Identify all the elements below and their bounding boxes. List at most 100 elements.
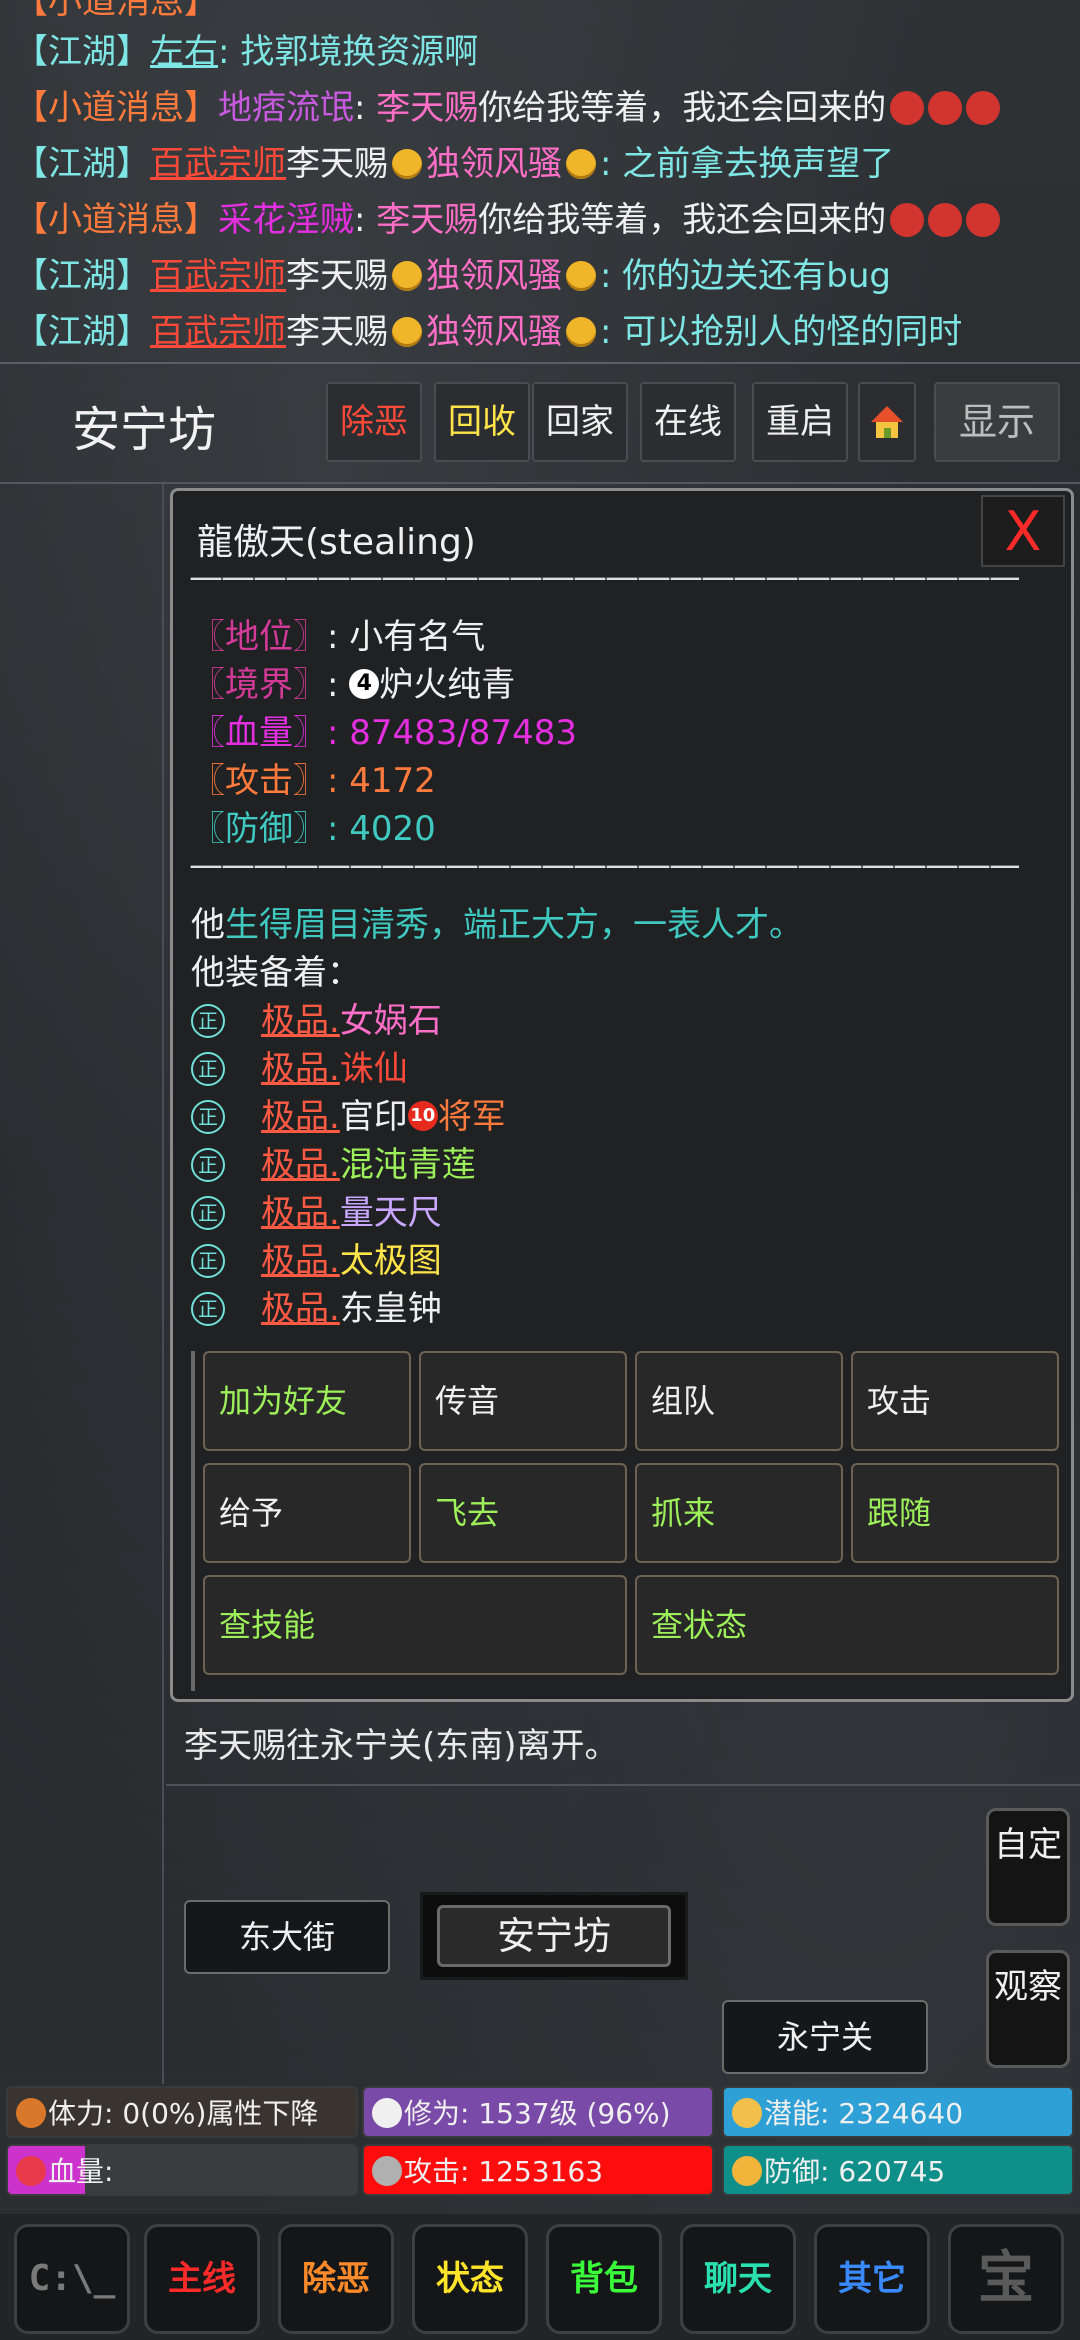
chat-sep: : xyxy=(600,312,623,352)
chat-channel: 【小道消息】 xyxy=(14,88,218,128)
chat-faction: 独领风骚 xyxy=(426,144,562,184)
chat-user[interactable]: 李天赐 xyxy=(286,144,388,184)
nav-inventory[interactable]: 背包 xyxy=(546,2224,662,2334)
chat-user[interactable]: 采花淫贼 xyxy=(218,200,354,240)
equipment-item[interactable]: 正 极品.太极图 xyxy=(191,1233,442,1282)
event-divider xyxy=(166,1784,1080,1786)
chat-target[interactable]: 李天赐 xyxy=(376,88,478,128)
chat-user[interactable]: 李天赐 xyxy=(286,256,388,296)
attr-label: 〖防御〗 xyxy=(191,809,327,849)
fly-to-button[interactable]: 飞去 xyxy=(419,1463,627,1563)
view-status-button[interactable]: 查状态 xyxy=(635,1575,1059,1675)
chat-message: 你的边关还有bug xyxy=(622,256,891,296)
equip-grade[interactable]: 极品. xyxy=(261,1049,340,1089)
follow-button[interactable]: 跟随 xyxy=(851,1463,1059,1563)
nav-status[interactable]: 状态 xyxy=(412,2224,528,2334)
nav-main-quest[interactable]: 主线 xyxy=(144,2224,260,2334)
equipment-item[interactable]: 正 极品.官印 10将军 xyxy=(191,1089,506,1138)
separator-line: —————————————————————————— xyxy=(189,845,1019,885)
attr-label: 〖境界〗 xyxy=(191,665,327,705)
crossed-swords-icon xyxy=(372,2156,402,2186)
equip-grade[interactable]: 极品. xyxy=(261,1241,340,1281)
attr-realm: 〖境界〗: 4 炉火纯青 xyxy=(191,665,516,705)
potential-bar[interactable]: 潜能: 2324640 xyxy=(722,2086,1074,2138)
angry-emoji-icon xyxy=(966,90,1001,125)
equipped-mark-icon: 正 xyxy=(191,1051,225,1086)
chat-sep: : xyxy=(354,200,377,240)
chat-log[interactable]: 【小道消息】 【江湖】左右: 找郭境换资源啊 【小道消息】地痞流氓: 李天赐你给… xyxy=(0,0,1080,360)
bottom-nav: C:\_ 主线 除恶 状态 背包 聊天 其它 宝 xyxy=(0,2214,1080,2340)
attr-value: 4172 xyxy=(349,761,436,801)
current-location: 安宁坊 xyxy=(420,1892,688,1980)
custom-button[interactable]: 自定 xyxy=(986,1808,1070,1926)
evil-clear-button[interactable]: 除恶 xyxy=(326,382,422,462)
chat-user[interactable]: 李天赐 xyxy=(286,312,388,352)
action-grid: 加为好友 传音 组队 攻击 给予 飞去 抓来 跟随 查技能 查状态 xyxy=(191,1351,1067,1691)
console-icon-button[interactable]: C:\_ xyxy=(14,2224,130,2334)
drumstick-icon xyxy=(16,2098,46,2128)
chat-user[interactable]: 地痞流氓 xyxy=(218,88,354,128)
nav-evil-clear[interactable]: 除恶 xyxy=(278,2224,394,2334)
character-description: 他生得眉目清秀，端正大方，一表人才。 xyxy=(191,897,803,946)
equipped-mark-icon: 正 xyxy=(191,1243,225,1278)
cultivation-bar[interactable]: 修为: 1537级 (96%) xyxy=(362,2086,714,2138)
equipment-item[interactable]: 正 极品.女娲石 xyxy=(191,993,442,1042)
give-button[interactable]: 给予 xyxy=(203,1463,411,1563)
attack-bar[interactable]: 攻击: 1253163 xyxy=(362,2144,714,2196)
chat-line: 【江湖】百武宗师李天赐 独领风骚: 之前拿去换声望了 xyxy=(14,136,894,192)
nav-other[interactable]: 其它 xyxy=(814,2224,930,2334)
attack-button[interactable]: 攻击 xyxy=(851,1351,1059,1451)
restart-button[interactable]: 重启 xyxy=(752,382,848,462)
equipment-item[interactable]: 正 极品.量天尺 xyxy=(191,1185,442,1234)
defense-text: 防御: 620745 xyxy=(764,2155,946,2188)
display-button[interactable]: 显示 xyxy=(934,382,1060,462)
view-skills-button[interactable]: 查技能 xyxy=(203,1575,627,1675)
realm-level-badge: 4 xyxy=(349,668,380,699)
exit-west-button[interactable]: 东大街 xyxy=(184,1900,390,1974)
home-icon-button[interactable] xyxy=(858,382,916,462)
equip-grade[interactable]: 极品. xyxy=(261,1001,340,1041)
chat-sep: : xyxy=(218,32,241,72)
nav-chat[interactable]: 聊天 xyxy=(680,2224,796,2334)
chat-user-link[interactable]: 左右 xyxy=(150,32,218,72)
medal-icon xyxy=(566,260,596,291)
equip-grade[interactable]: 极品. xyxy=(261,1097,340,1137)
defense-bar[interactable]: 防御: 620745 xyxy=(722,2144,1074,2196)
equip-grade[interactable]: 极品. xyxy=(261,1193,340,1233)
equip-grade[interactable]: 极品. xyxy=(261,1289,340,1329)
chat-title-link[interactable]: 百武宗师 xyxy=(150,256,286,296)
exit-southeast-button[interactable]: 永宁关 xyxy=(722,2000,928,2074)
equip-name: 混沌青莲 xyxy=(339,1145,476,1185)
meditation-icon xyxy=(732,2098,762,2128)
heart-icon xyxy=(16,2156,46,2186)
equipment-item[interactable]: 正 极品.东皇钟 xyxy=(191,1281,442,1330)
whisper-button[interactable]: 传音 xyxy=(419,1351,627,1451)
online-button[interactable]: 在线 xyxy=(640,382,736,462)
chat-channel: 【小道消息】 xyxy=(14,0,218,22)
chat-line: 【江湖】百武宗师李天赐 独领风骚: 你的边关还有bug xyxy=(14,248,891,304)
chat-title-link[interactable]: 百武宗师 xyxy=(150,144,286,184)
observe-button[interactable]: 观察 xyxy=(986,1950,1070,2068)
hp-bar[interactable]: 血量: xyxy=(6,2144,358,2196)
stamina-bar[interactable]: 体力: 0(0%)属性下降 xyxy=(6,2086,358,2138)
recycle-button[interactable]: 回收 xyxy=(434,382,530,462)
attr-value: 4020 xyxy=(349,809,436,849)
chat-target[interactable]: 李天赐 xyxy=(376,200,478,240)
chat-message: 之前拿去换声望了 xyxy=(622,144,895,184)
team-button[interactable]: 组队 xyxy=(635,1351,843,1451)
chat-faction: 独领风骚 xyxy=(426,256,562,296)
angry-emoji-icon xyxy=(928,90,963,125)
go-home-button[interactable]: 回家 xyxy=(532,382,628,462)
chat-title-link[interactable]: 百武宗师 xyxy=(150,312,286,352)
summon-button[interactable]: 抓来 xyxy=(635,1463,843,1563)
equipment-item[interactable]: 正 极品.诛仙 xyxy=(191,1041,408,1090)
equip-grade[interactable]: 极品. xyxy=(261,1145,340,1185)
add-friend-button[interactable]: 加为好友 xyxy=(203,1351,411,1451)
attack-text: 攻击: 1253163 xyxy=(404,2155,604,2188)
chat-line: 【小道消息】地痞流氓: 李天赐你给我等着，我还会回来的 xyxy=(14,80,1001,136)
seal-logo-icon-button[interactable]: 宝 xyxy=(948,2224,1064,2334)
chat-line: 【小道消息】采花淫贼: 李天赐你给我等着，我还会回来的 xyxy=(14,192,1001,248)
character-info-panel: X 龍傲天(stealing) ————————————————————————… xyxy=(170,488,1074,1702)
equipped-mark-icon: 正 xyxy=(191,1003,225,1038)
equipment-item[interactable]: 正 极品.混沌青莲 xyxy=(191,1137,476,1186)
